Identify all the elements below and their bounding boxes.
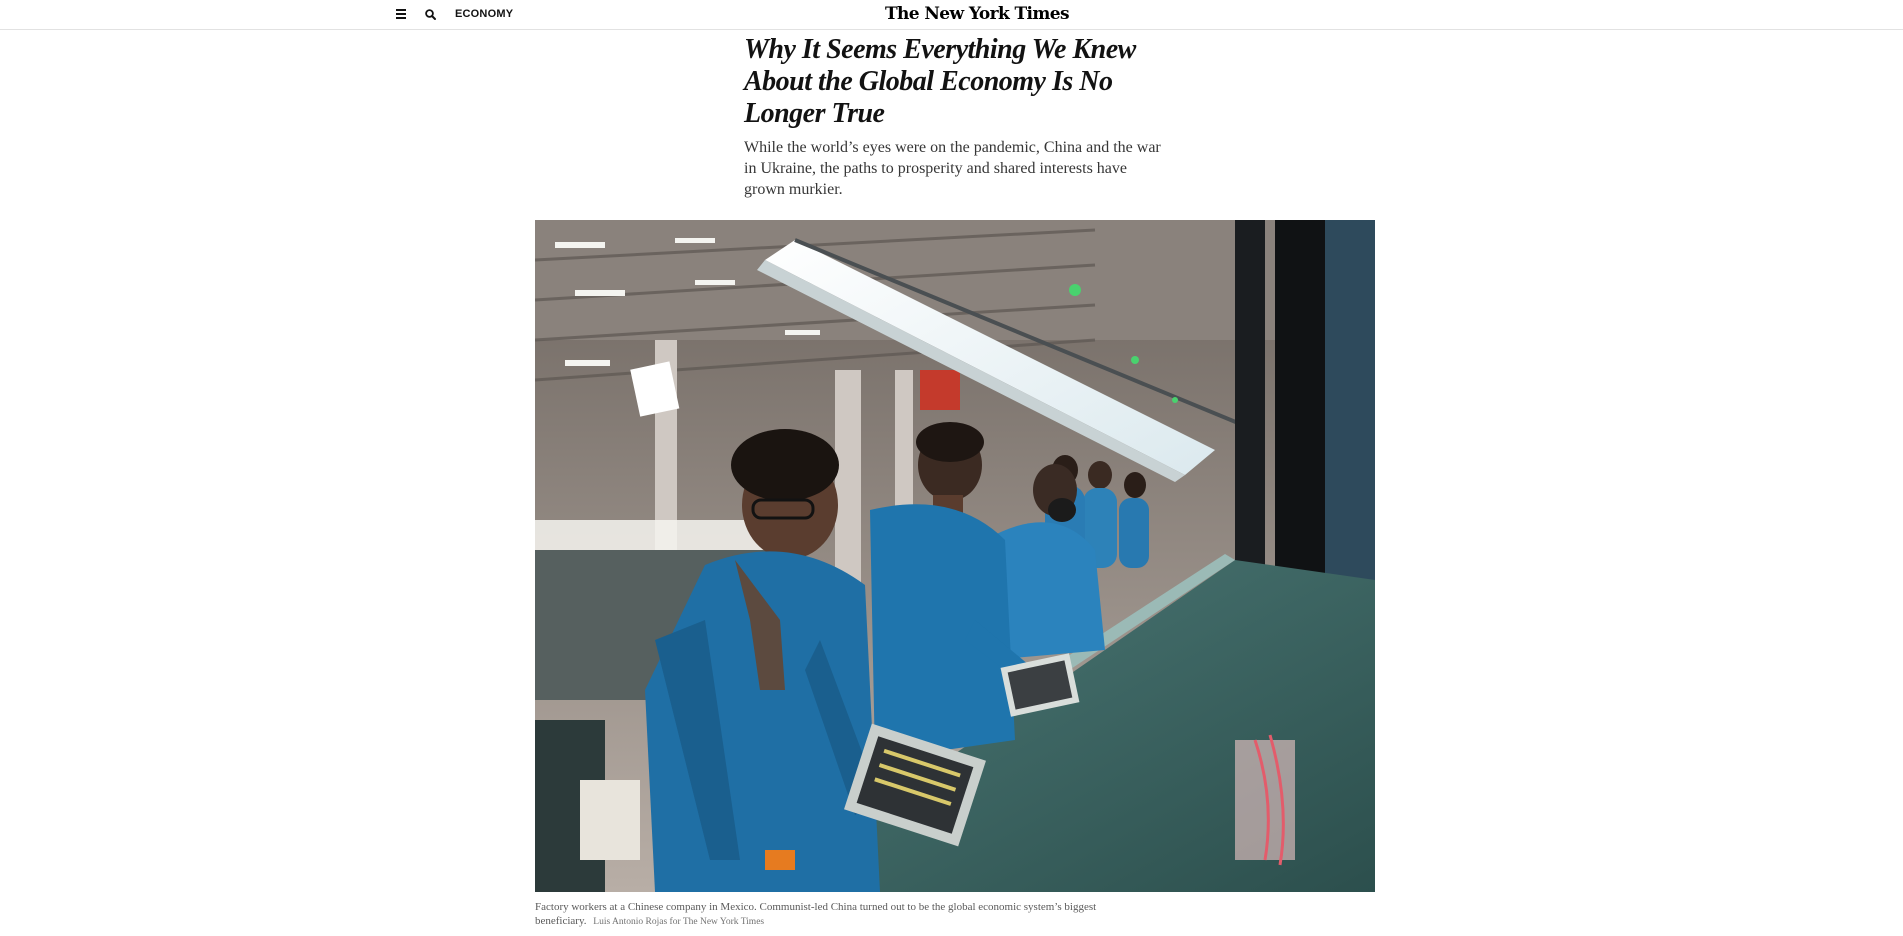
photo-credit: Luis Antonio Rojas for The New York Time…: [593, 917, 765, 927]
section-link-economy[interactable]: ECONOMY: [455, 8, 513, 20]
hamburger-menu-icon[interactable]: [392, 6, 410, 22]
article-summary: While the world’s eyes were on the pande…: [744, 139, 1161, 198]
photo-caption: Factory workers at a Chinese company in …: [535, 900, 1135, 929]
nyt-logo[interactable]: The New York Times: [885, 4, 1070, 24]
lead-photo: [535, 220, 1375, 892]
article-headline: Why It Seems Everything We Knew About th…: [744, 34, 1136, 129]
search-icon[interactable]: [422, 6, 440, 24]
top-navigation-bar: ECONOMY The New York Times: [0, 0, 1903, 30]
